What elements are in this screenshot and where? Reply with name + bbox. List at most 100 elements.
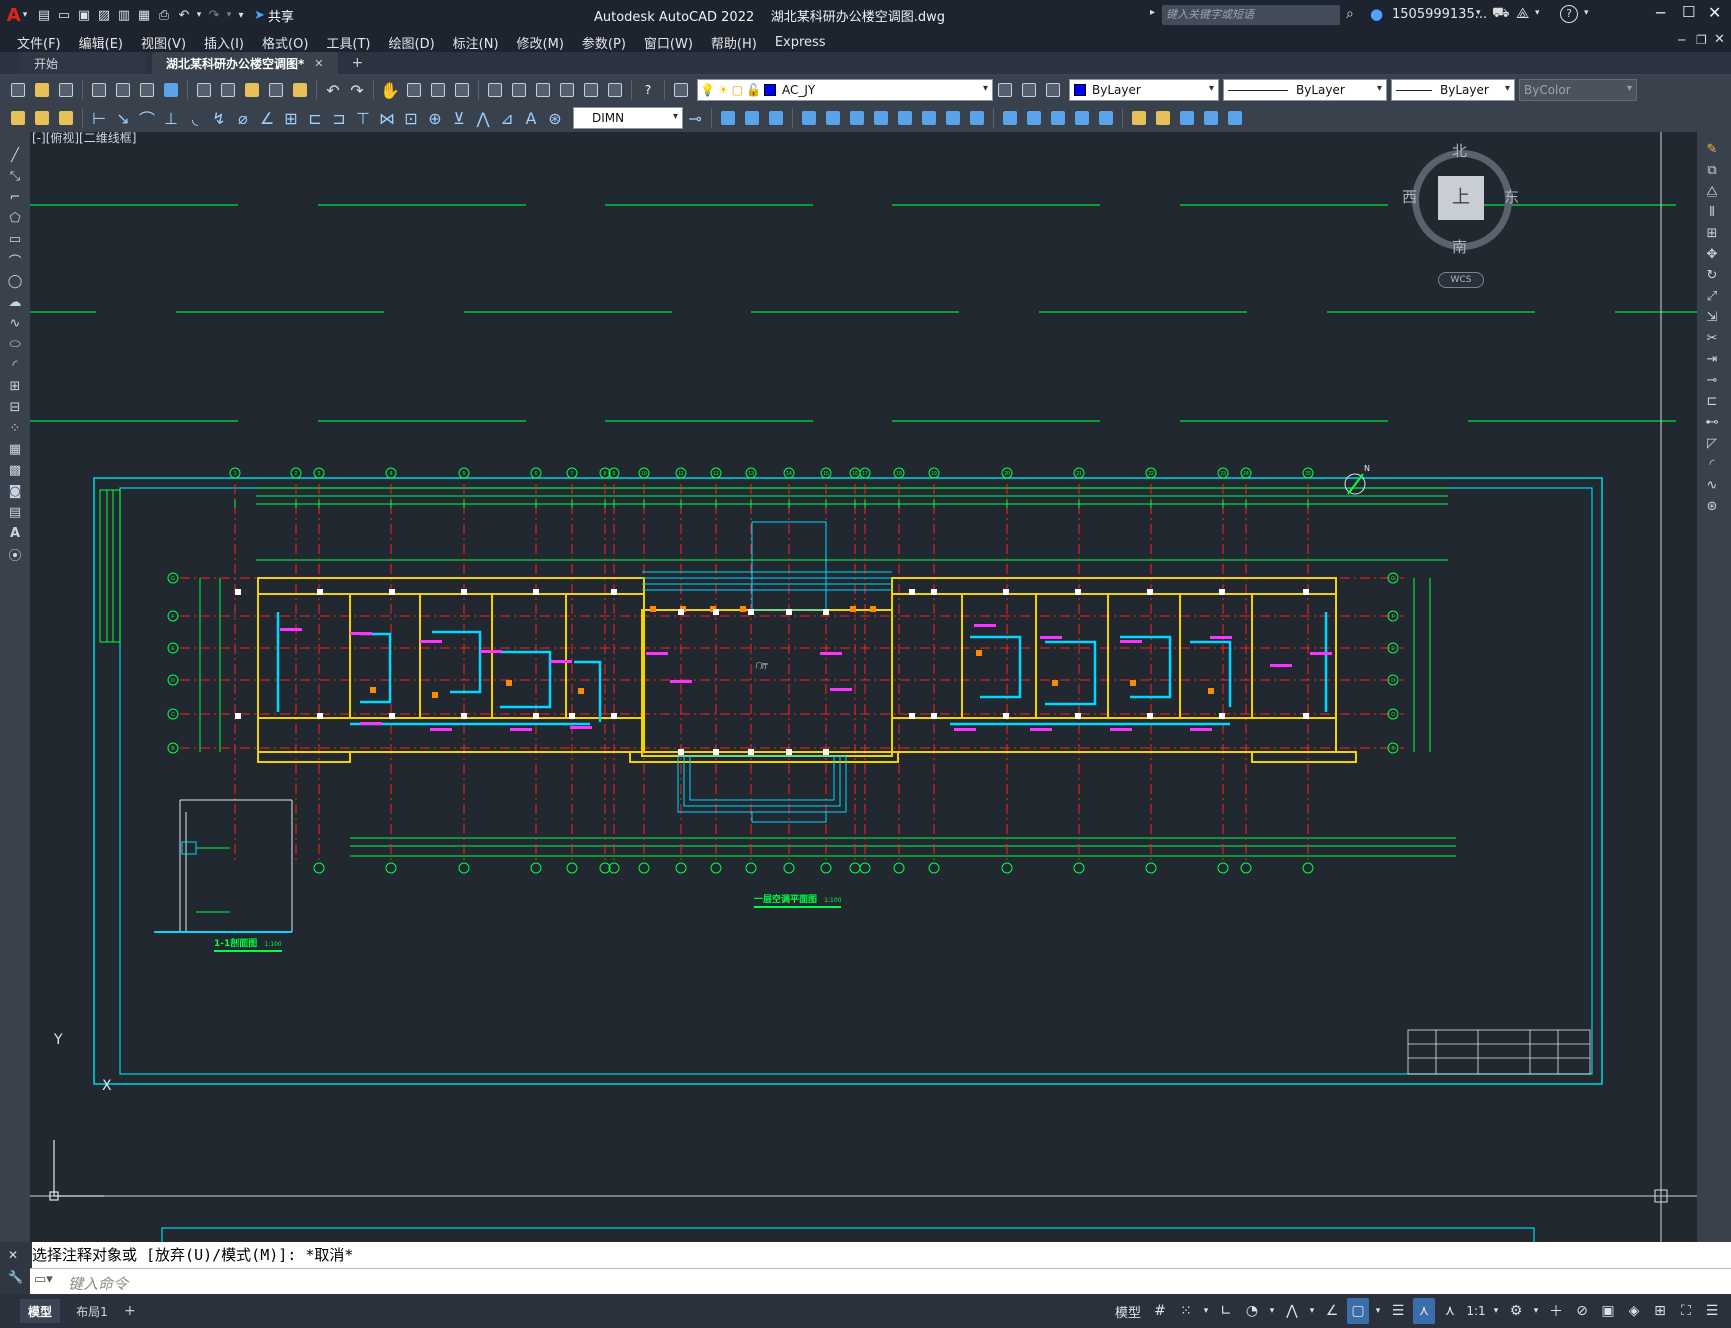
customize-qat-icon[interactable]: ▾ xyxy=(234,5,248,25)
lineweight-icon[interactable]: ☰ xyxy=(1387,1298,1409,1324)
menu-insert[interactable]: 插入(I) xyxy=(195,33,253,52)
tab-drawing-file[interactable]: 湖北某科研办公楼空调图* ✕ xyxy=(152,52,338,74)
undo-toolbar-icon[interactable]: ↶ xyxy=(322,79,344,101)
open-icon[interactable] xyxy=(31,79,53,101)
polar-icon[interactable]: ◔ xyxy=(1241,1298,1263,1324)
modify-10-icon[interactable] xyxy=(942,107,964,129)
isodraft-icon[interactable]: ⋀ xyxy=(1281,1298,1303,1324)
table-icon[interactable]: ▤ xyxy=(2,502,28,522)
redo-icon[interactable]: ↷ xyxy=(204,5,224,25)
erase-icon[interactable]: ✎ xyxy=(1699,139,1725,159)
break-icon[interactable]: ⊏ xyxy=(1699,391,1725,411)
menu-format[interactable]: 格式(O) xyxy=(253,33,317,52)
tolerance-icon[interactable]: ⊡ xyxy=(400,107,422,129)
otrack-icon[interactable]: ∠ xyxy=(1321,1298,1343,1324)
array-icon[interactable]: ⊞ xyxy=(1699,223,1725,243)
copy-object-icon[interactable]: ⧉ xyxy=(1699,160,1725,180)
mtext-icon[interactable]: A xyxy=(2,523,28,543)
annotation-visibility-icon[interactable]: ⋏ xyxy=(1413,1298,1435,1324)
wcs-menu[interactable]: WCS xyxy=(1438,272,1484,288)
add-selected-icon[interactable]: ⦿ xyxy=(2,544,28,564)
rotate-icon[interactable]: ↻ xyxy=(1699,265,1725,285)
doc-close-icon[interactable]: ✕ xyxy=(1714,32,1725,47)
tab-start[interactable]: 开始 xyxy=(20,52,146,74)
doc-restore-icon[interactable]: ❐ xyxy=(1696,33,1707,47)
layer-previous-icon[interactable] xyxy=(1018,79,1040,101)
modify-3-icon[interactable] xyxy=(765,107,787,129)
tool-3-icon[interactable] xyxy=(55,107,77,129)
blend-icon[interactable]: ∿ xyxy=(1699,475,1725,495)
new-tab-button[interactable]: + xyxy=(338,52,378,74)
clean-screen-icon[interactable]: ⛶ xyxy=(1675,1298,1697,1324)
modify-18-icon[interactable] xyxy=(1152,107,1174,129)
modify-13-icon[interactable] xyxy=(1023,107,1045,129)
doc-minimize-icon[interactable]: ─ xyxy=(1678,33,1685,47)
quick-properties-icon[interactable]: ▣ xyxy=(1597,1298,1619,1324)
user-account[interactable]: 1505999135... xyxy=(1392,7,1487,22)
linetype-dropdown[interactable]: ByLayer ▾ xyxy=(1223,79,1387,101)
scale-dropdown-icon[interactable]: ▾ xyxy=(1491,1298,1501,1324)
ordinate-dim-icon[interactable]: ⊥ xyxy=(160,107,182,129)
mirror-icon[interactable]: ⧋ xyxy=(1699,181,1725,201)
viewcube-top-face[interactable]: 上 xyxy=(1438,176,1484,220)
tool-palettes-icon[interactable] xyxy=(532,79,554,101)
save-toolbar-icon[interactable] xyxy=(55,79,77,101)
dim-break-icon[interactable]: ⋈ xyxy=(376,107,398,129)
osnap-dropdown-icon[interactable]: ▾ xyxy=(1373,1298,1383,1324)
menu-file[interactable]: 文件(F) xyxy=(8,33,70,52)
plotstyle-dropdown[interactable]: ByColor ▾ xyxy=(1519,79,1637,101)
ortho-icon[interactable]: ∟ xyxy=(1215,1298,1237,1324)
radius-dim-icon[interactable]: ◟ xyxy=(184,107,206,129)
hardware-accel-icon[interactable]: ⊞ xyxy=(1649,1298,1671,1324)
grid-icon[interactable]: # xyxy=(1149,1298,1171,1324)
dimstyle-dropdown[interactable]: DIMN ▾ xyxy=(573,107,683,129)
jogged-dim-icon[interactable]: ↯ xyxy=(208,107,230,129)
zoom-previous-icon[interactable] xyxy=(451,79,473,101)
close-icon[interactable]: ✕ xyxy=(1708,3,1721,22)
units-icon[interactable]: ⊘ xyxy=(1571,1298,1593,1324)
auto-scale-icon[interactable]: ⋏ xyxy=(1439,1298,1461,1324)
plot-icon[interactable]: ⎙ xyxy=(154,5,174,25)
quick-dim-icon[interactable]: ⊞ xyxy=(280,107,302,129)
circle-icon[interactable]: ◯ xyxy=(2,271,28,291)
save-as-icon[interactable]: ▨ xyxy=(94,5,114,25)
tab-close-icon[interactable]: ✕ xyxy=(314,57,323,70)
drawing-area[interactable]: 1 2 3 4 5 6 7 8 9 10 11 12 13 14 15 16 17 18 19 20 21 22 23 24 2… xyxy=(30,132,1697,1242)
menu-express[interactable]: Express xyxy=(766,35,835,50)
preview-icon[interactable] xyxy=(112,79,134,101)
layer-dropdown[interactable]: 💡 ☀ ▢ 🔓 AC_JY ▾ xyxy=(697,79,993,101)
autocad-logo[interactable]: A ▾ xyxy=(0,0,34,30)
chamfer-icon[interactable]: ◸ xyxy=(1699,433,1725,453)
osnap-icon[interactable]: ▢ xyxy=(1347,1298,1369,1324)
command-close-icon[interactable]: ✕ xyxy=(8,1248,18,1262)
publish-icon[interactable] xyxy=(136,79,158,101)
aligned-dim-icon[interactable]: ↘ xyxy=(112,107,134,129)
new-file-icon[interactable]: ▤ xyxy=(34,5,54,25)
command-input-box[interactable]: ▭▾ 键入命令 xyxy=(30,1268,1731,1294)
save-icon[interactable]: ▣ xyxy=(74,5,94,25)
modify-9-icon[interactable] xyxy=(918,107,940,129)
viewcube-west[interactable]: 西 xyxy=(1402,186,1417,207)
snap-icon[interactable]: ⁙ xyxy=(1175,1298,1197,1324)
menu-help[interactable]: 帮助(H) xyxy=(702,33,766,52)
make-block-icon[interactable]: ⊟ xyxy=(2,397,28,417)
revcloud-icon[interactable]: ☁ xyxy=(2,292,28,312)
layout-tab-model[interactable]: 模型 xyxy=(20,1299,60,1323)
help-icon[interactable]: ? xyxy=(1560,5,1578,23)
calculator-icon[interactable] xyxy=(604,79,626,101)
layer-vp-icon[interactable]: ▢ xyxy=(732,83,743,97)
inspect-icon[interactable]: ⊻ xyxy=(448,107,470,129)
help-toolbar-icon[interactable]: ? xyxy=(637,79,659,101)
extend-icon[interactable]: ⇥ xyxy=(1699,349,1725,369)
markup-icon[interactable] xyxy=(580,79,602,101)
menu-tools[interactable]: 工具(T) xyxy=(317,33,379,52)
modify-11-icon[interactable] xyxy=(966,107,988,129)
open-web-icon[interactable]: ▥ xyxy=(114,5,134,25)
undo-icon[interactable]: ↶ xyxy=(174,5,194,25)
command-recent-icon[interactable]: ▭▾ xyxy=(34,1272,53,1287)
isodraft-dropdown-icon[interactable]: ▾ xyxy=(1307,1298,1317,1324)
tool-1-icon[interactable] xyxy=(7,107,29,129)
layer-properties-icon[interactable] xyxy=(670,79,692,101)
explode-icon[interactable]: ⊛ xyxy=(1699,496,1725,516)
qnew-icon[interactable] xyxy=(7,79,29,101)
